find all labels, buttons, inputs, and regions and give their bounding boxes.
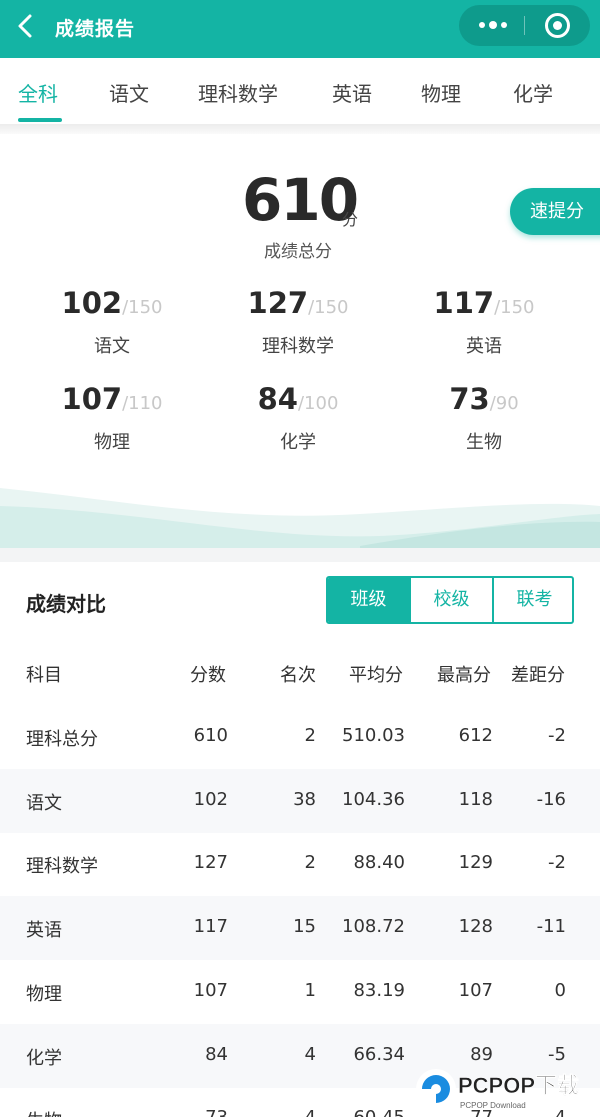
scope-joint-exam-button[interactable]: 联考 (494, 578, 572, 622)
cell-gap: 0 (554, 979, 566, 1001)
subject-score: 107 (61, 382, 123, 416)
cell-rank: 4 (304, 1043, 316, 1065)
tab-chemistry[interactable]: 化学 (513, 78, 553, 107)
cell-subject: 英语 (26, 920, 62, 942)
cell-average: 510.03 (342, 725, 405, 746)
subject-score-card: 107/110 物理 (12, 382, 212, 482)
subject-name: 理科数学 (262, 336, 334, 357)
active-tab-indicator (18, 118, 62, 122)
cell-score: 610 (193, 725, 228, 746)
tab-math[interactable]: 理科数学 (198, 78, 278, 107)
tab-physics[interactable]: 物理 (421, 78, 461, 107)
cell-highest: 107 (458, 979, 493, 1001)
scope-class-button[interactable]: 班级 (328, 578, 409, 622)
page-title: 成绩报告 (55, 18, 136, 40)
header-bar: 成绩报告 (0, 0, 600, 58)
back-arrow-icon[interactable] (14, 12, 38, 40)
cell-rank: 1 (304, 979, 316, 1001)
cell-subject: 语文 (26, 792, 62, 814)
tab-english[interactable]: 英语 (332, 78, 372, 107)
subject-score: 117 (433, 286, 495, 320)
cell-average: 104.36 (342, 788, 405, 810)
decorative-wave (0, 488, 600, 550)
subject-name: 英语 (466, 336, 502, 357)
tab-chinese[interactable]: 语文 (109, 78, 149, 107)
cell-average: 88.40 (353, 852, 405, 874)
total-score-unit: 分 (342, 210, 359, 229)
subject-name: 物理 (94, 432, 130, 453)
miniapp-capsule (459, 5, 590, 46)
subject-full-score: /110 (122, 393, 163, 414)
subject-tabs: 全科 语文 理科数学 英语 物理 化学 (0, 58, 600, 124)
subject-name: 化学 (280, 432, 316, 453)
subject-full-score: /150 (122, 297, 163, 318)
scope-school-button[interactable]: 校级 (411, 578, 492, 622)
column-header-score: 分数 (190, 665, 226, 686)
more-icon[interactable] (476, 19, 508, 31)
cell-rank: 2 (304, 852, 316, 874)
comparison-title: 成绩对比 (26, 592, 106, 616)
cell-score: 84 (205, 1043, 228, 1065)
cell-subject: 物理 (26, 983, 62, 1005)
column-header-subject: 科目 (26, 665, 62, 686)
column-header-highest: 最高分 (437, 665, 491, 686)
cell-gap: -2 (548, 852, 566, 874)
subject-score: 84 (257, 382, 298, 416)
subject-score-card: 102/150 语文 (12, 286, 212, 386)
subject-score: 102 (61, 286, 123, 320)
subject-full-score: /100 (297, 393, 339, 414)
svg-text:PCPOP下载: PCPOP下载 (458, 1073, 579, 1098)
cell-gap: -16 (536, 788, 566, 810)
tabs-shadow (0, 124, 600, 134)
cell-subject: 理科总分 (26, 729, 98, 750)
cell-subject: 理科数学 (26, 856, 98, 878)
column-header-rank: 名次 (280, 665, 316, 686)
cell-score: 102 (193, 788, 228, 810)
close-miniapp-icon[interactable] (545, 13, 570, 38)
subject-score-card: 127/150 理科数学 (198, 286, 398, 386)
capsule-divider (524, 16, 525, 35)
subject-score-card: 73/90 生物 (384, 382, 584, 482)
cell-rank: 2 (304, 725, 316, 746)
svg-text:PCPOP Download: PCPOP Download (460, 1101, 526, 1110)
cell-rank: 4 (305, 1107, 316, 1117)
cell-highest: 129 (458, 852, 493, 874)
subject-name: 语文 (94, 336, 130, 357)
subject-name: 生物 (466, 432, 502, 453)
cell-average: 66.34 (353, 1043, 405, 1065)
subject-score: 127 (247, 286, 309, 320)
cell-highest: 612 (458, 725, 493, 746)
cell-score: 117 (193, 916, 228, 938)
cell-score: 127 (193, 852, 228, 874)
cell-score: 73 (205, 1107, 228, 1117)
subject-full-score: /150 (308, 297, 349, 318)
subject-score-card: 84/100 化学 (198, 382, 398, 482)
pcpop-watermark-logo: PCPOP下载 PCPOP Download (416, 1069, 579, 1110)
cell-average: 83.19 (353, 979, 405, 1001)
cell-rank: 15 (293, 916, 316, 938)
tab-all[interactable]: 全科 (18, 78, 58, 107)
cell-subject: 生物 (26, 1107, 62, 1117)
cell-gap: -11 (536, 916, 566, 938)
total-score-label: 成绩总分 (264, 242, 332, 262)
cell-subject: 化学 (26, 1047, 62, 1069)
cell-highest: 128 (458, 916, 493, 938)
cell-average: 108.72 (342, 916, 405, 938)
cell-score: 107 (193, 979, 228, 1001)
cell-gap: -2 (548, 725, 566, 746)
subject-full-score: /150 (494, 297, 535, 318)
quick-improve-button[interactable]: 速提分 (510, 188, 600, 235)
cell-rank: 38 (293, 788, 316, 810)
subject-full-score: /90 (489, 393, 519, 414)
cell-highest: 118 (458, 788, 493, 810)
section-divider (0, 548, 600, 562)
total-score: 610 (242, 166, 359, 234)
subject-score: 73 (449, 382, 490, 416)
cell-average: 60.45 (353, 1107, 405, 1117)
column-header-average: 平均分 (349, 665, 403, 686)
column-header-gap: 差距分 (511, 665, 565, 686)
subject-score-card: 117/150 英语 (384, 286, 584, 386)
scope-segmented-control: 班级 校级 联考 (326, 576, 574, 624)
